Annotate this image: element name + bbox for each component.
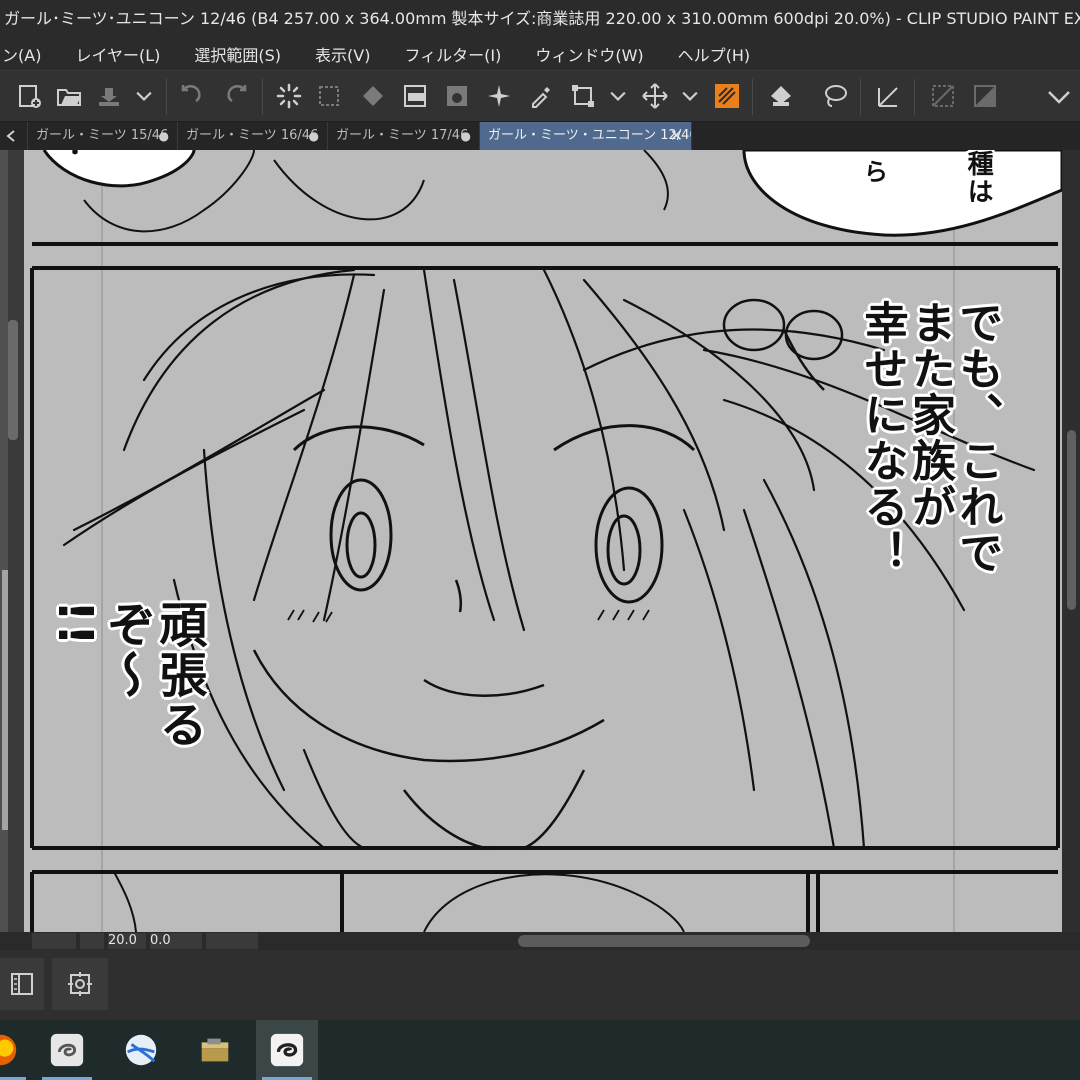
select-icon[interactable] bbox=[314, 81, 344, 111]
window-title: ガール･ミーツ･ユニコーン 12/46 (B4 257.00 x 364.00m… bbox=[0, 0, 1080, 38]
save-icon[interactable] bbox=[94, 81, 124, 111]
menu-selection[interactable]: 選択範囲(S) bbox=[177, 42, 298, 66]
chevron-down-icon[interactable] bbox=[1044, 81, 1074, 111]
chevron-down-icon[interactable] bbox=[132, 81, 156, 111]
balloon-text: ・ bbox=[64, 150, 86, 166]
taskbar-app-browser[interactable] bbox=[110, 1020, 172, 1080]
navigator-control[interactable] bbox=[32, 933, 76, 949]
ruler-icon[interactable] bbox=[874, 81, 904, 111]
tab-label: ガール・ミーツ 15/46 bbox=[36, 128, 169, 143]
taskbar-app-archive[interactable] bbox=[184, 1020, 246, 1080]
panel-layout-icon bbox=[11, 973, 33, 995]
horizontal-scroll-thumb[interactable] bbox=[518, 935, 810, 947]
navigator-control[interactable] bbox=[80, 933, 104, 949]
tab-scroll-left[interactable] bbox=[0, 122, 28, 150]
canvas-area[interactable]: ・ ら 種は でも、これで また家族が 幸せになる！ 頑張る ぞ〜 !! bbox=[24, 150, 1062, 932]
move-icon[interactable] bbox=[640, 81, 670, 111]
open-file-icon[interactable] bbox=[54, 81, 84, 111]
panel-toggle-button[interactable] bbox=[0, 958, 44, 1010]
vertical-scroll-thumb[interactable] bbox=[1067, 430, 1076, 610]
tab-document-16[interactable]: ガール・ミーツ 16/46 ● bbox=[178, 122, 328, 150]
archive-icon bbox=[201, 1038, 229, 1062]
balloon-text: 種は bbox=[963, 150, 994, 206]
bucket-icon[interactable] bbox=[766, 81, 796, 111]
capture-button[interactable] bbox=[52, 958, 108, 1010]
snap-icon[interactable] bbox=[712, 81, 742, 111]
menu-help[interactable]: ヘルプ(H) bbox=[661, 42, 768, 66]
speech-text-right: でも、これで また家族が 幸せになる！ bbox=[856, 300, 1003, 576]
mask-icon[interactable] bbox=[970, 81, 1000, 111]
unsaved-dot-icon: ● bbox=[460, 129, 471, 143]
os-taskbar bbox=[0, 1020, 1080, 1080]
browser-icon bbox=[125, 1034, 157, 1066]
left-palette-edge[interactable] bbox=[0, 150, 24, 940]
menu-bar: ョン(A) レイヤー(L) 選択範囲(S) 表示(V) フィルター(I) ウィン… bbox=[0, 38, 1080, 70]
unsaved-dot-icon: ● bbox=[308, 129, 319, 143]
transform-icon[interactable] bbox=[568, 81, 598, 111]
redo-icon[interactable] bbox=[220, 81, 250, 111]
tab-document-15[interactable]: ガール・ミーツ 15/46 ● bbox=[28, 122, 178, 150]
chevron-down-icon[interactable] bbox=[606, 81, 630, 111]
target-icon bbox=[68, 972, 92, 996]
eyedropper-icon[interactable] bbox=[526, 81, 556, 111]
zoom-level-field[interactable]: 20.0 bbox=[108, 933, 146, 949]
lasso-icon[interactable] bbox=[820, 81, 850, 111]
preview-icon[interactable] bbox=[442, 81, 472, 111]
grid-icon[interactable] bbox=[928, 81, 958, 111]
taskbar-app-clip-studio[interactable] bbox=[36, 1020, 98, 1080]
export-png-icon[interactable] bbox=[400, 81, 430, 111]
fill-icon[interactable] bbox=[358, 81, 388, 111]
new-file-icon[interactable] bbox=[14, 81, 44, 111]
tab-document-17[interactable]: ガール・ミーツ 17/46 ● bbox=[328, 122, 480, 150]
balloon-text: ら bbox=[864, 158, 888, 186]
tab-document-12[interactable]: ガール・ミーツ・ユニコーン 12/46 ✕ bbox=[480, 122, 692, 150]
rotation-control[interactable] bbox=[206, 933, 258, 949]
rotation-angle-field[interactable]: 0.0 bbox=[150, 933, 202, 949]
firefox-icon bbox=[0, 1034, 17, 1066]
unsaved-dot-icon: ● bbox=[158, 129, 169, 143]
tab-label: ガール・ミーツ 16/46 bbox=[186, 128, 319, 143]
tab-label: ガール・ミーツ 17/46 bbox=[336, 128, 469, 143]
vertical-scrollbar[interactable] bbox=[1062, 150, 1080, 932]
clip-studio-icon bbox=[50, 1033, 84, 1067]
menu-window[interactable]: ウィンドウ(W) bbox=[518, 42, 660, 66]
taskbar-app-clip-paint[interactable] bbox=[256, 1020, 318, 1080]
sparkle-icon[interactable] bbox=[484, 81, 514, 111]
close-icon[interactable]: ✕ bbox=[670, 122, 683, 150]
canvas-status-bar: 20.0 0.0 bbox=[0, 932, 1080, 950]
taskbar-app-firefox[interactable] bbox=[0, 1020, 32, 1080]
command-bar bbox=[0, 70, 1080, 122]
undo-icon[interactable] bbox=[178, 81, 208, 111]
clip-paint-icon bbox=[270, 1033, 304, 1067]
menu-layer[interactable]: レイヤー(L) bbox=[58, 42, 177, 66]
loading-icon[interactable] bbox=[274, 81, 304, 111]
speech-text-left: 頑張る ぞ〜 !! bbox=[46, 600, 207, 750]
document-tabs: ガール・ミーツ 15/46 ● ガール・ミーツ 16/46 ● ガール・ミーツ … bbox=[0, 122, 1080, 150]
menu-animation[interactable]: ョン(A) bbox=[0, 42, 58, 66]
menu-view[interactable]: 表示(V) bbox=[298, 42, 387, 66]
tab-label: ガール・ミーツ・ユニコーン 12/46 bbox=[488, 128, 692, 143]
menu-filter[interactable]: フィルター(I) bbox=[387, 42, 518, 66]
chevron-down-icon[interactable] bbox=[678, 81, 702, 111]
bottom-panel-bar bbox=[0, 950, 1080, 1020]
